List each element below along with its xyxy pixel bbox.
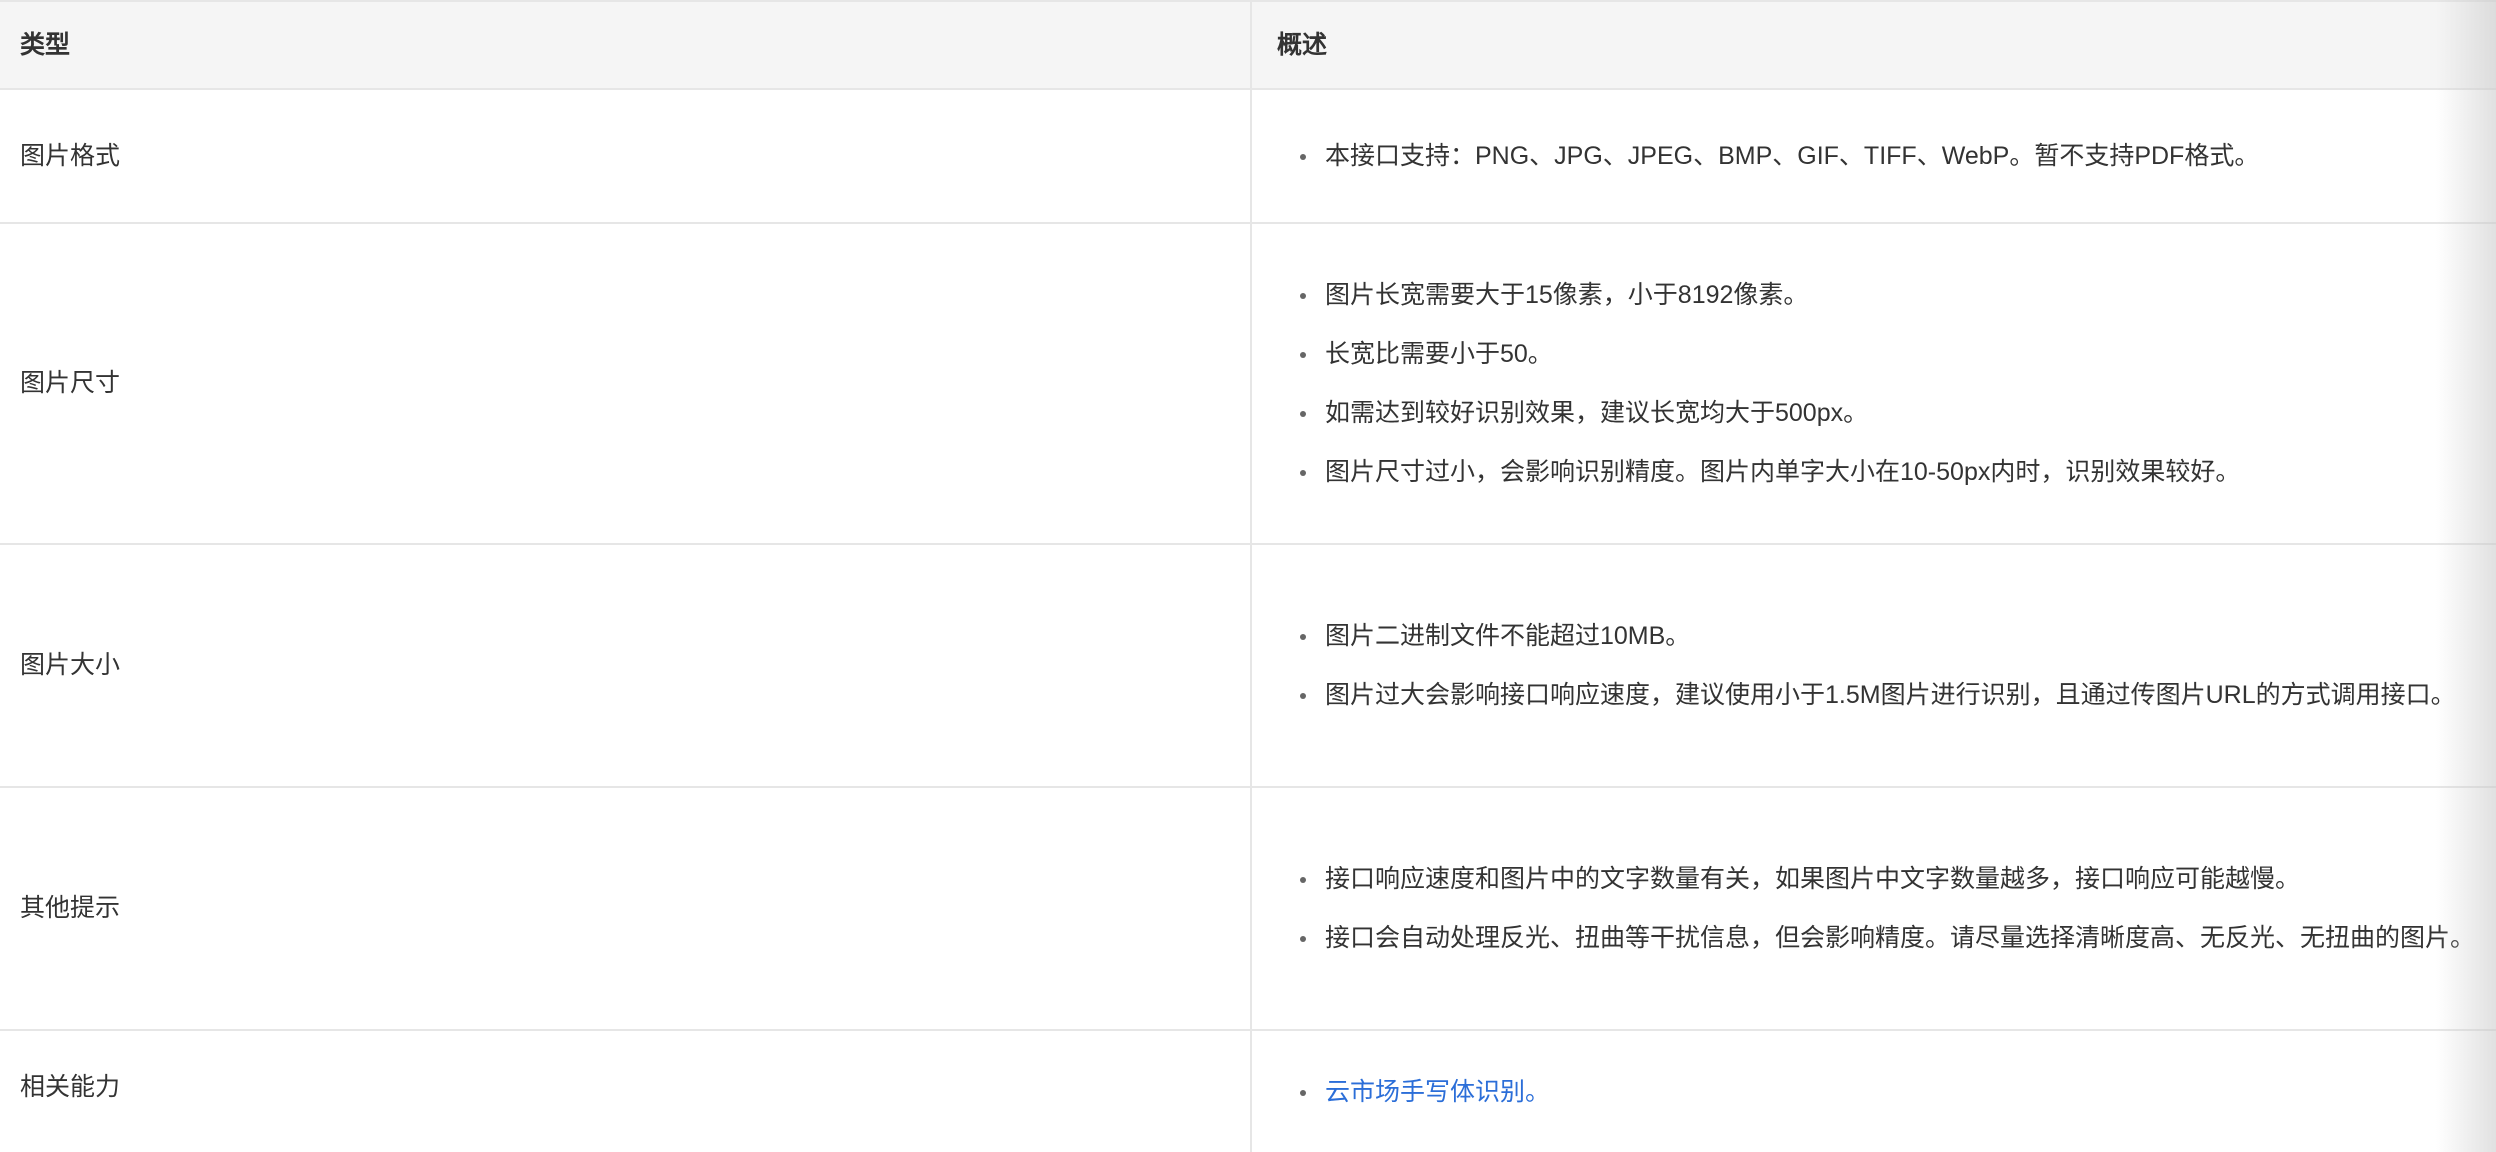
handwriting-recognition-link[interactable]: 云市场手写体识别。 (1325, 1078, 1550, 1106)
row-type-cell: 图片尺寸 (0, 223, 1252, 545)
row-type-cell: 相关能力 (0, 1030, 1252, 1152)
list-item: 图片二进制文件不能超过10MB。 (1277, 613, 2484, 659)
requirements-table: 类型 概述 图片格式 本接口支持：PNG、JPG、JPEG、BMP、GIF、TI… (0, 0, 2496, 1152)
list-item: 图片长宽需要大于15像素，小于8192像素。 (1277, 272, 2484, 318)
row-description-cell: 云市场手写体识别。 (1251, 1030, 2496, 1152)
table-row: 相关能力 云市场手写体识别。 (0, 1030, 2496, 1152)
column-header-description: 概述 (1251, 0, 2496, 90)
table-row: 其他提示 接口响应速度和图片中的文字数量有关，如果图片中文字数量越多，接口响应可… (0, 787, 2496, 1031)
row-description-cell: 本接口支持：PNG、JPG、JPEG、BMP、GIF、TIFF、WebP。暂不支… (1251, 89, 2496, 224)
row-description-cell: 接口响应速度和图片中的文字数量有关，如果图片中文字数量越多，接口响应可能越慢。 … (1251, 787, 2496, 1031)
table-row: 图片格式 本接口支持：PNG、JPG、JPEG、BMP、GIF、TIFF、Web… (0, 89, 2496, 224)
row-type-cell: 其他提示 (0, 787, 1252, 1031)
table-row: 图片大小 图片二进制文件不能超过10MB。 图片过大会影响接口响应速度，建议使用… (0, 544, 2496, 788)
bullet-list: 图片长宽需要大于15像素，小于8192像素。 长宽比需要小于50。 如需达到较好… (1277, 272, 2484, 495)
row-type-label: 图片尺寸 (20, 369, 121, 398)
bullet-list: 接口响应速度和图片中的文字数量有关，如果图片中文字数量越多，接口响应可能越慢。 … (1277, 856, 2484, 961)
list-item: 长宽比需要小于50。 (1277, 331, 2484, 377)
row-description-cell: 图片二进制文件不能超过10MB。 图片过大会影响接口响应速度，建议使用小于1.5… (1251, 544, 2496, 788)
list-item: 接口会自动处理反光、扭曲等干扰信息，但会影响精度。请尽量选择清晰度高、无反光、无… (1277, 915, 2484, 961)
list-item: 接口响应速度和图片中的文字数量有关，如果图片中文字数量越多，接口响应可能越慢。 (1277, 856, 2484, 902)
row-type-label: 图片大小 (20, 651, 121, 680)
list-item: 如需达到较好识别效果，建议长宽均大于500px。 (1277, 390, 2484, 436)
row-type-cell: 图片大小 (0, 544, 1252, 788)
list-item: 图片过大会影响接口响应速度，建议使用小于1.5M图片进行识别，且通过传图片URL… (1277, 672, 2484, 718)
row-type-label: 相关能力 (20, 1073, 121, 1101)
table-row: 图片尺寸 图片长宽需要大于15像素，小于8192像素。 长宽比需要小于50。 如… (0, 223, 2496, 545)
column-header-type: 类型 (0, 0, 1252, 90)
row-description-cell: 图片长宽需要大于15像素，小于8192像素。 长宽比需要小于50。 如需达到较好… (1251, 223, 2496, 545)
bullet-list: 本接口支持：PNG、JPG、JPEG、BMP、GIF、TIFF、WebP。暂不支… (1277, 133, 2484, 179)
list-item: 本接口支持：PNG、JPG、JPEG、BMP、GIF、TIFF、WebP。暂不支… (1277, 133, 2484, 179)
row-type-label: 图片格式 (20, 142, 121, 170)
row-type-label: 其他提示 (20, 894, 121, 923)
table-header-row: 类型 概述 (0, 0, 2496, 90)
bullet-list: 云市场手写体识别。 (1277, 1069, 2484, 1115)
list-item: 图片尺寸过小，会影响识别精度。图片内单字大小在10-50px内时，识别效果较好。 (1277, 449, 2484, 495)
list-item: 云市场手写体识别。 (1277, 1069, 2484, 1115)
bullet-list: 图片二进制文件不能超过10MB。 图片过大会影响接口响应速度，建议使用小于1.5… (1277, 613, 2484, 718)
row-type-cell: 图片格式 (0, 89, 1252, 224)
